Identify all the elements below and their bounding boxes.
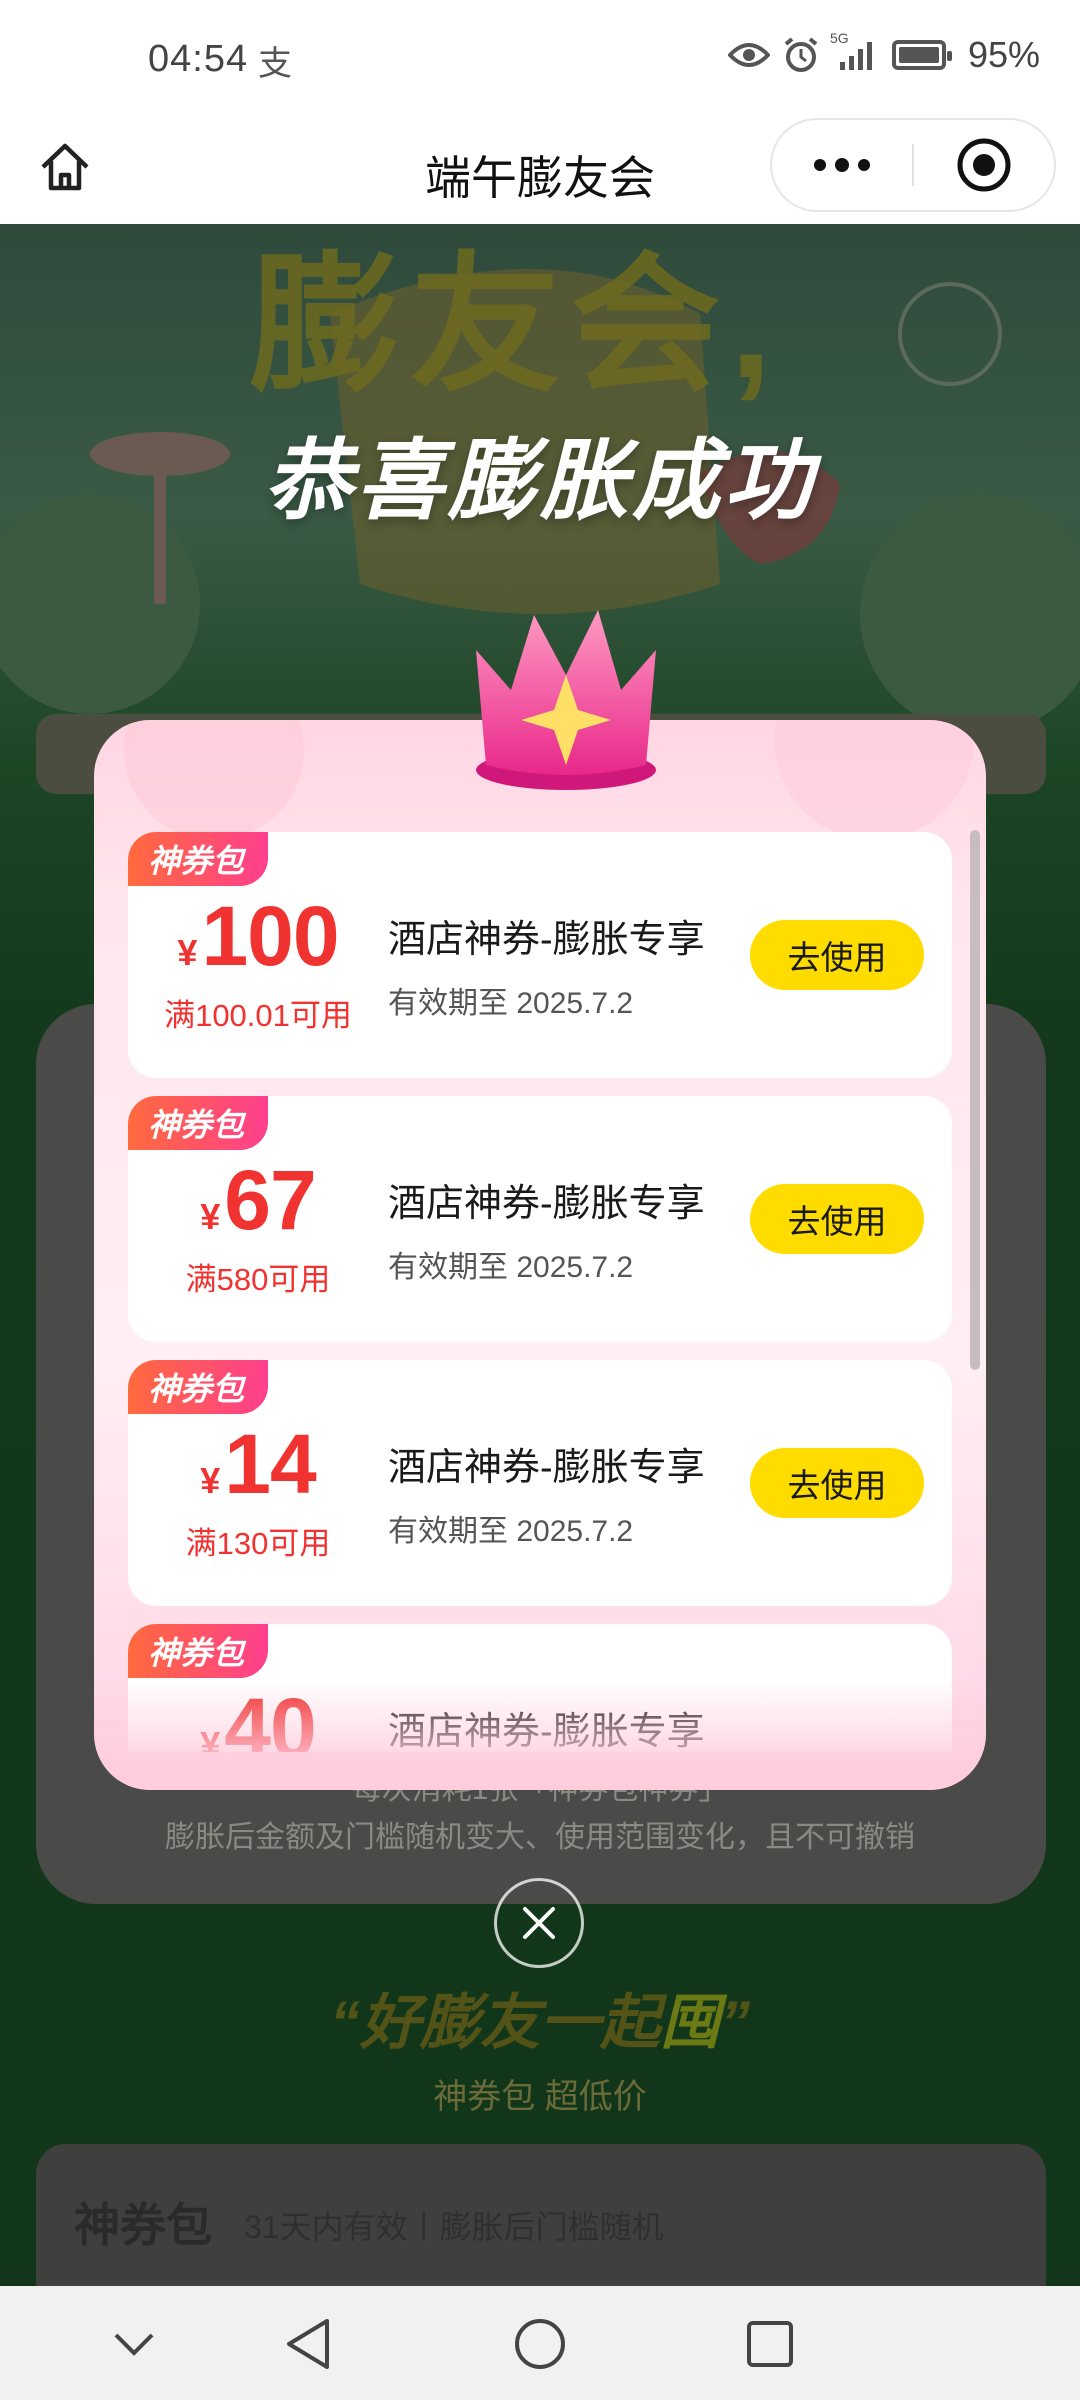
signal-5g-label: 5G: [829, 30, 849, 46]
use-coupon-button[interactable]: 去使用: [750, 1448, 924, 1518]
coupon-card[interactable]: 神券包 ¥67 满580可用 酒店神券-膨胀专享 有效期至 2025.7.2 去使用: [128, 1096, 952, 1342]
triangle-back-icon: [287, 2319, 329, 2369]
bg-coupon-pack-sub: 31天内有效丨膨胀后门槛随机: [244, 2209, 664, 2245]
coupon-card[interactable]: 神券包 ¥14 满130可用 酒店神券-膨胀专享 有效期至 2025.7.2 去使用: [128, 1360, 952, 1606]
nav-recent-button[interactable]: [740, 2314, 800, 2374]
currency-symbol: ¥: [177, 932, 198, 973]
bg-rule-line-2: 膨胀后金额及门槛随机变大、使用范围变化，且不可撤销: [165, 1821, 915, 1854]
coupon-threshold: 满100.01可用: [164, 998, 352, 1033]
close-icon: [523, 1907, 555, 1939]
battery-icon: [891, 40, 952, 70]
capsule-menu: [770, 118, 1056, 212]
coupon-tag: 神券包: [128, 1360, 269, 1414]
coupon-amount-value: 14: [224, 1417, 316, 1511]
status-bar: 04:54 支 5G 95%: [0, 0, 1080, 112]
nav-back-button[interactable]: [278, 2314, 338, 2374]
chevron-down-icon: [114, 2333, 154, 2356]
coupon-amount: ¥67: [128, 1152, 388, 1249]
circle-home-icon: [515, 2319, 565, 2369]
close-button[interactable]: [494, 1878, 584, 1968]
coupon-tag: 神券包: [128, 832, 269, 886]
bg-headline: 膨友会,: [250, 241, 782, 409]
use-coupon-button[interactable]: 去使用: [750, 920, 924, 990]
status-time: 04:54: [148, 38, 249, 80]
coupon-title: 酒店神券-膨胀专享: [388, 1447, 705, 1489]
eye-icon: [727, 40, 770, 70]
coupon-title: 酒店神券-膨胀专享: [388, 1711, 705, 1752]
coupon-card[interactable]: 神券包 ¥40 酒店神券-膨胀专享: [128, 1624, 952, 1752]
exit-button[interactable]: [914, 120, 1054, 210]
coupon-expiry: 有效期至 2025.7.2: [388, 1251, 634, 1284]
bg-slogan-end: ”: [720, 1989, 750, 2056]
coupon-amount-value: 67: [224, 1153, 316, 1247]
coupon-popup: 神券包 ¥100 满100.01可用 酒店神券-膨胀专享 有效期至 2025.7.2 去使…: [94, 720, 986, 1790]
currency-symbol: ¥: [200, 1460, 221, 1501]
alarm-icon: [782, 36, 820, 74]
bg-slogan-char: 囤: [660, 1989, 720, 2056]
coupon-list[interactable]: 神券包 ¥100 满100.01可用 酒店神券-膨胀专享 有效期至 2025.7.2 去使…: [128, 832, 952, 1752]
system-nav-bar: [0, 2286, 1080, 2400]
coupon-amount: ¥14: [128, 1416, 388, 1513]
coupon-amount-value: 40: [224, 1681, 316, 1752]
coupon-card[interactable]: 神券包 ¥100 满100.01可用 酒店神券-膨胀专享 有效期至 2025.7.2 去使…: [128, 832, 952, 1078]
coupon-tag: 神券包: [128, 1096, 269, 1150]
nav-collapse-button[interactable]: [104, 2314, 164, 2374]
coupon-list-scrollbar[interactable]: [970, 830, 980, 1370]
status-icons: 5G 95%: [727, 30, 1040, 76]
more-button[interactable]: [772, 120, 912, 210]
bg-slogan: “好膨友一起囤”: [0, 1974, 1080, 2061]
coupon-amount-value: 100: [201, 889, 339, 983]
battery-percent: 95%: [967, 34, 1040, 75]
use-coupon-button[interactable]: 去使用: [750, 1184, 924, 1254]
currency-symbol: ¥: [200, 1724, 221, 1752]
signal-icon: 5G: [830, 30, 880, 72]
square-recent-icon: [747, 2321, 793, 2367]
coupon-amount: ¥40: [128, 1680, 388, 1752]
bg-slogan-sub: 神券包 超低价: [433, 2078, 647, 2116]
nav-home-button[interactable]: [510, 2314, 570, 2374]
coupon-threshold: 满130可用: [185, 1526, 331, 1561]
bg-coupon-pack-title: 神券包: [74, 2199, 212, 2251]
coupon-threshold: 满580可用: [185, 1262, 331, 1297]
target-icon: [957, 138, 1011, 192]
coupon-amount: ¥100: [128, 888, 388, 985]
currency-symbol: ¥: [200, 1196, 221, 1237]
more-dots-icon: [814, 158, 870, 172]
popup-title: 恭喜膨胀成功: [263, 431, 816, 530]
coupon-expiry: 有效期至 2025.7.2: [388, 1515, 634, 1548]
coupon-tag: 神券包: [128, 1624, 269, 1678]
coupon-title: 酒店神券-膨胀专享: [388, 1183, 705, 1225]
crown-icon: [476, 610, 656, 790]
mini-program-nav-bar: 端午膨友会: [0, 112, 1080, 224]
bg-slogan-text: “好膨友一起: [330, 1989, 660, 2056]
alipay-icon: 支: [258, 45, 292, 83]
coupon-expiry: 有效期至 2025.7.2: [388, 987, 634, 1020]
coupon-title: 酒店神券-膨胀专享: [388, 919, 705, 961]
